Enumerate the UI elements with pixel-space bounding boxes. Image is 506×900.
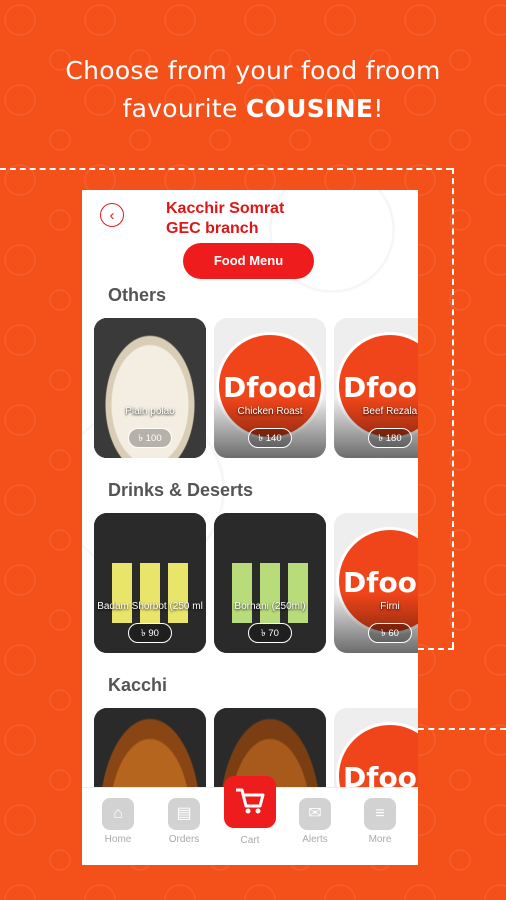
item-row-drinks: Badam Shorbot (250 ml ৳ 90 Borhani (250m… <box>94 513 418 653</box>
tab-orders[interactable]: ▤ Orders <box>154 798 214 845</box>
promo-line-1: Choose from your food froom <box>65 56 441 85</box>
food-card[interactable]: Dfood Beef Rezala ৳ 180 <box>334 318 418 458</box>
bottom-tab-bar: ⌂ Home ▤ Orders Cart ✉ Alerts ≡ More <box>82 776 418 865</box>
cart-label: Cart <box>240 835 260 846</box>
more-icon: ≡ <box>364 798 396 830</box>
food-card[interactable]: Dfood Firni ৳ 60 <box>334 513 418 653</box>
tab-more[interactable]: ≡ More <box>350 798 410 845</box>
price-badge: ৳ 140 <box>248 428 292 448</box>
orders-icon: ▤ <box>168 798 200 830</box>
price-badge: ৳ 60 <box>368 623 412 643</box>
back-arrow-icon: ‹ <box>109 207 115 224</box>
tab-alerts[interactable]: ✉ Alerts <box>285 798 345 845</box>
section-title-kacchi: Kacchi <box>108 675 168 695</box>
dashed-line-bottom <box>418 728 506 730</box>
food-card[interactable]: Dfood Chicken Roast ৳ 140 <box>214 318 326 458</box>
price-badge: ৳ 70 <box>248 623 292 643</box>
price-badge: ৳ 100 <box>128 428 172 448</box>
food-card[interactable]: Plain polao ৳ 100 <box>94 318 206 458</box>
section-title-drinks: Drinks & Deserts <box>108 480 254 500</box>
dashed-line-mid <box>418 648 454 650</box>
promo-line-2: favourite COUSINE! <box>122 94 384 123</box>
phone-screen: ‹ Kacchir Somrat GEC branch Food Menu Ot… <box>82 190 418 865</box>
back-button[interactable]: ‹ <box>100 203 124 227</box>
branch-title: Kacchir Somrat GEC branch <box>166 200 285 237</box>
promo-headline: Choose from your food froom favourite CO… <box>0 52 506 128</box>
cart-icon <box>236 788 265 814</box>
food-card[interactable]: Badam Shorbot (250 ml ৳ 90 <box>94 513 206 653</box>
promo-highlight: COUSINE <box>245 94 374 123</box>
food-card[interactable]: Borhani (250ml) ৳ 70 <box>214 513 326 653</box>
price-badge: ৳ 180 <box>368 428 412 448</box>
home-icon: ⌂ <box>102 798 134 830</box>
dashed-line-right <box>452 168 454 648</box>
alerts-icon: ✉ <box>299 798 331 830</box>
food-menu-button[interactable]: Food Menu <box>183 243 314 279</box>
dashed-line-top <box>0 168 452 170</box>
tab-home[interactable]: ⌂ Home <box>88 798 148 845</box>
item-row-others: Plain polao ৳ 100 Dfood Chicken Roast ৳ … <box>94 318 418 458</box>
price-badge: ৳ 90 <box>128 623 172 643</box>
section-title-others: Others <box>108 285 167 305</box>
tab-cart[interactable] <box>224 776 276 828</box>
